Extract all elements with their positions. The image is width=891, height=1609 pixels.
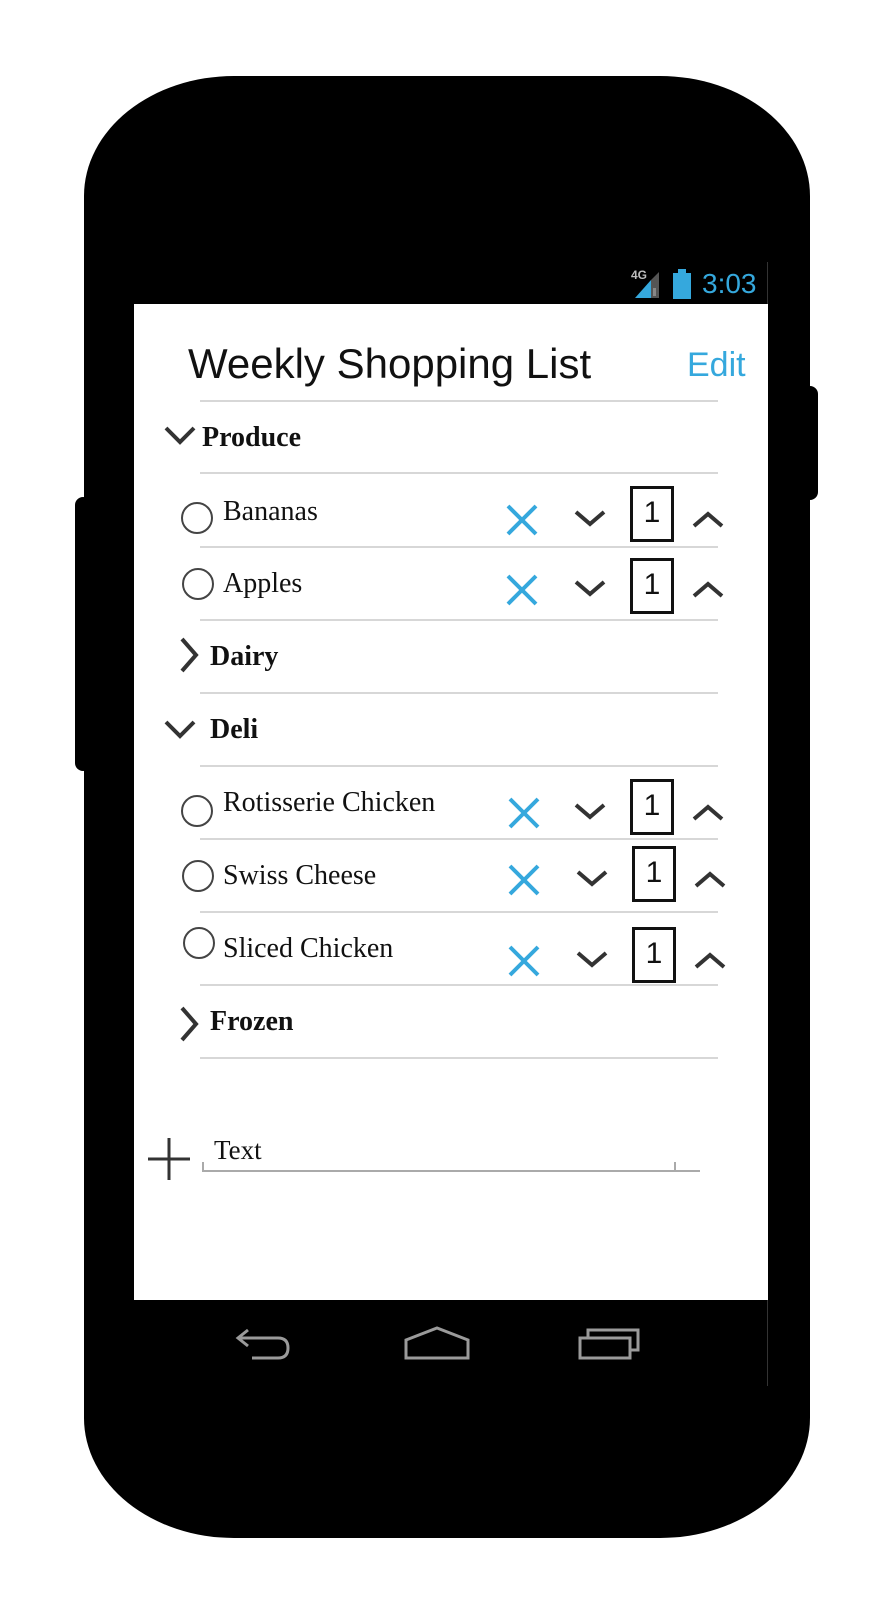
quantity-box[interactable]: 1 <box>630 486 674 542</box>
category-label-deli: Deli <box>210 714 259 745</box>
list-item-sliced-chicken: Sliced Chicken 1 <box>134 913 768 987</box>
chevron-down-icon[interactable] <box>162 416 202 456</box>
chevron-down-icon[interactable] <box>162 710 202 750</box>
chevron-right-icon[interactable] <box>172 1004 212 1044</box>
quantity-box[interactable]: 1 <box>632 846 676 902</box>
decrease-icon[interactable] <box>570 568 610 608</box>
plus-icon[interactable] <box>146 1136 192 1182</box>
category-label-dairy: Dairy <box>210 641 279 672</box>
increase-icon[interactable] <box>688 568 728 608</box>
app-screen: Weekly Shopping List Edit Produce Banana… <box>134 304 768 1300</box>
category-label-frozen: Frozen <box>210 1006 294 1037</box>
nav-bar <box>134 1300 768 1386</box>
input-tick-left <box>202 1162 204 1172</box>
recents-icon[interactable] <box>576 1318 646 1368</box>
edit-button[interactable]: Edit <box>687 346 746 385</box>
item-checkbox[interactable] <box>182 568 214 600</box>
increase-icon[interactable] <box>690 858 730 898</box>
quantity-box[interactable]: 1 <box>630 558 674 614</box>
status-clock: 3:03 <box>702 268 757 299</box>
item-label: Sliced Chicken <box>223 933 394 964</box>
item-checkbox[interactable] <box>181 502 213 534</box>
list-item-rotisserie-chicken: Rotisserie Chicken 1 <box>134 767 768 841</box>
list-item-apples: Apples 1 <box>134 548 768 622</box>
remove-icon[interactable] <box>504 793 544 833</box>
quantity-box[interactable]: 1 <box>630 779 674 835</box>
input-tick-right <box>674 1162 676 1172</box>
decrease-icon[interactable] <box>572 939 612 979</box>
item-checkbox[interactable] <box>181 795 213 827</box>
power-button <box>802 386 818 500</box>
increase-icon[interactable] <box>688 791 728 831</box>
item-label: Rotisserie Chicken <box>223 787 436 818</box>
divider <box>200 1057 718 1059</box>
list-item-swiss-cheese: Swiss Cheese 1 <box>134 840 768 914</box>
decrease-icon[interactable] <box>570 498 610 538</box>
home-icon[interactable] <box>402 1318 472 1368</box>
remove-icon[interactable] <box>502 500 542 540</box>
increase-icon[interactable] <box>690 939 730 979</box>
item-label: Swiss Cheese <box>223 860 377 891</box>
status-bar-edge <box>767 262 768 304</box>
category-label-produce: Produce <box>202 422 302 453</box>
category-row-frozen[interactable]: Frozen <box>134 986 768 1060</box>
nav-bar-edge <box>767 1300 768 1386</box>
decrease-icon[interactable] <box>572 858 612 898</box>
quantity-box[interactable]: 1 <box>632 927 676 983</box>
status-bar: 4G 3:03 <box>134 262 768 304</box>
category-row-dairy[interactable]: Dairy <box>134 621 768 695</box>
add-item-input[interactable] <box>202 1130 700 1172</box>
item-checkbox[interactable] <box>183 927 215 959</box>
page-title: Weekly Shopping List <box>188 340 592 387</box>
chevron-right-icon[interactable] <box>172 635 212 675</box>
back-icon[interactable] <box>230 1318 300 1368</box>
increase-icon[interactable] <box>688 498 728 538</box>
remove-icon[interactable] <box>502 570 542 610</box>
signal-icon <box>635 272 659 298</box>
category-row-deli[interactable]: Deli <box>134 694 768 768</box>
category-row-produce[interactable]: Produce <box>134 402 768 476</box>
remove-icon[interactable] <box>504 941 544 981</box>
item-label: Bananas <box>223 496 318 527</box>
item-checkbox[interactable] <box>182 860 214 892</box>
item-label: Apples <box>223 568 303 599</box>
remove-icon[interactable] <box>504 860 544 900</box>
list-item-bananas: Bananas 1 <box>134 474 768 548</box>
volume-button <box>75 497 91 771</box>
decrease-icon[interactable] <box>570 791 610 831</box>
battery-icon <box>673 269 691 299</box>
